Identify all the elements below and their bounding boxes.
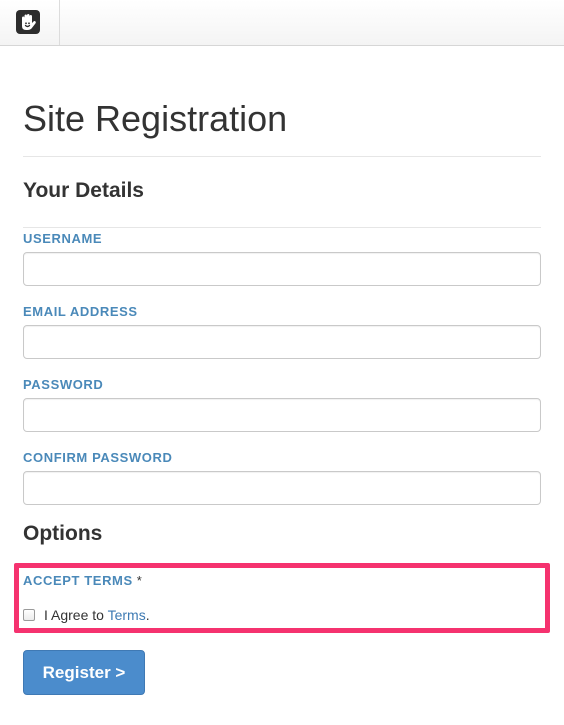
top-toolbar (0, 0, 564, 46)
title-divider (23, 156, 541, 157)
email-input[interactable] (23, 325, 541, 359)
your-details-heading: Your Details (23, 179, 144, 202)
confirm-password-label: CONFIRM PASSWORD (23, 450, 173, 465)
password-label: PASSWORD (23, 377, 104, 392)
logo-button[interactable] (0, 0, 60, 45)
options-heading: Options (23, 522, 103, 545)
page-title: Site Registration (23, 98, 288, 139)
password-input[interactable] (23, 398, 541, 432)
details-divider (23, 227, 541, 228)
confirm-password-input[interactable] (23, 471, 541, 505)
username-input[interactable] (23, 252, 541, 286)
concrete5-hand-logo-icon (16, 10, 40, 34)
accept-terms-highlight (14, 563, 550, 633)
register-button[interactable]: Register > (23, 650, 145, 695)
username-label: USERNAME (23, 231, 103, 246)
email-label: EMAIL ADDRESS (23, 304, 138, 319)
